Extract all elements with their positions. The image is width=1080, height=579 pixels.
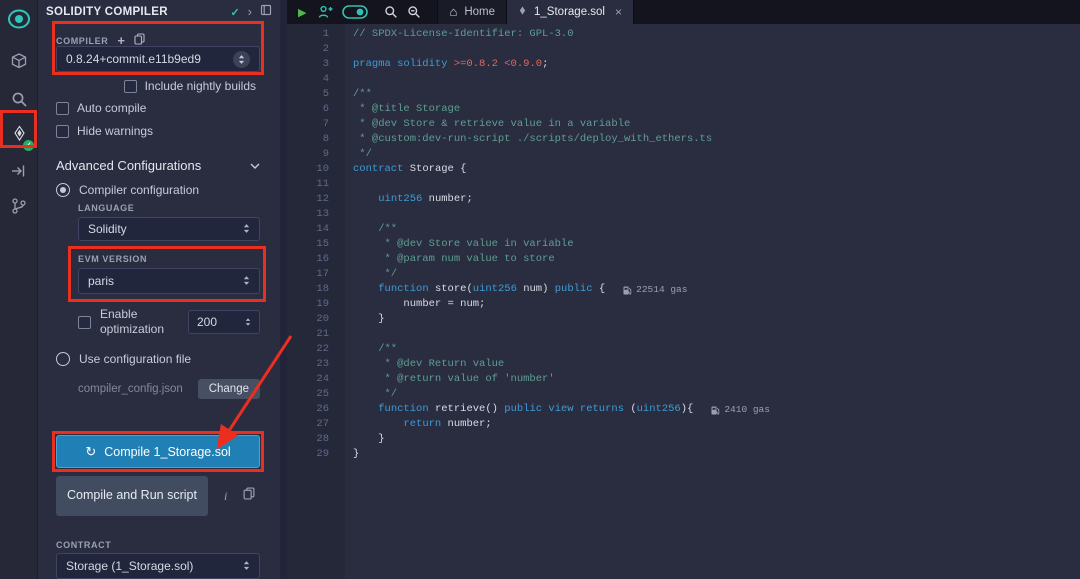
deploy-run-icon[interactable] bbox=[0, 156, 38, 186]
contract-select[interactable]: Storage (1_Storage.sol) bbox=[56, 553, 260, 579]
git-icon[interactable] bbox=[0, 191, 38, 221]
compiler-label: COMPILER bbox=[56, 36, 108, 46]
gas-annotation: 2410 gas bbox=[711, 402, 770, 417]
code-editor[interactable]: 1234567891011121314151617181920212223242… bbox=[287, 24, 1080, 579]
include-nightly-checkbox[interactable] bbox=[124, 80, 137, 93]
zoom-in-icon[interactable] bbox=[407, 5, 421, 19]
select-caret-icon bbox=[233, 51, 250, 68]
config-filename: compiler_config.json bbox=[78, 383, 183, 395]
copy-icon[interactable] bbox=[243, 487, 255, 505]
editor-area: ▶ ⌂ Home 1_Storage.sol × bbox=[287, 0, 1080, 579]
compile-button-label: Compile 1_Storage.sol bbox=[104, 445, 230, 459]
contract-value: Storage (1_Storage.sol) bbox=[66, 559, 193, 573]
solidity-compiler-panel: SOLIDITY COMPILER ✓ › COMPILER + 0.8.24+… bbox=[38, 0, 280, 579]
refresh-icon: ↻ bbox=[85, 446, 96, 458]
select-caret-icon bbox=[243, 559, 250, 573]
close-icon[interactable]: × bbox=[615, 5, 622, 19]
search-icon[interactable] bbox=[0, 84, 38, 114]
compiler-configuration-label: Compiler configuration bbox=[79, 183, 199, 197]
language-value: Solidity bbox=[88, 222, 127, 236]
hide-warnings-label: Hide warnings bbox=[77, 124, 153, 138]
change-config-button[interactable]: Change bbox=[198, 379, 260, 399]
evm-version-value: paris bbox=[88, 274, 114, 288]
auto-compile-checkbox[interactable] bbox=[56, 102, 69, 115]
hide-warnings-checkbox[interactable] bbox=[56, 125, 69, 138]
select-caret-icon bbox=[243, 222, 250, 236]
stepper-caret-icon bbox=[245, 315, 251, 329]
panel-body: COMPILER + 0.8.24+commit.e11b9ed9 Includ… bbox=[38, 24, 280, 579]
use-configuration-file-radio[interactable] bbox=[56, 352, 70, 366]
panel-title: SOLIDITY COMPILER bbox=[46, 6, 168, 18]
select-caret-icon bbox=[243, 274, 250, 288]
remix-logo-icon[interactable] bbox=[0, 4, 38, 34]
remix-ide: ✓ SOLIDITY COMPILER ✓ › COMPILER + bbox=[0, 0, 1080, 579]
enable-optimization-checkbox[interactable] bbox=[78, 316, 91, 329]
editor-tabbar: ▶ ⌂ Home 1_Storage.sol × bbox=[287, 0, 1080, 24]
code-area: // SPDX-License-Identifier: GPL-3.0pragm… bbox=[345, 24, 1080, 579]
ai-assistant-icon[interactable] bbox=[318, 5, 334, 19]
include-nightly-label: Include nightly builds bbox=[145, 79, 256, 93]
compile-button[interactable]: ↻ Compile 1_Storage.sol bbox=[56, 435, 260, 468]
home-icon: ⌂ bbox=[449, 6, 457, 18]
tab-home-label: Home bbox=[464, 6, 495, 18]
line-numbers: 1234567891011121314151617181920212223242… bbox=[287, 24, 345, 579]
pin-panel-icon[interactable] bbox=[260, 3, 272, 21]
info-icon[interactable]: i bbox=[224, 489, 227, 504]
toggle-switch-icon[interactable] bbox=[342, 5, 368, 19]
enable-optimization-label: Enable optimization bbox=[100, 307, 164, 337]
compiler-version-select[interactable]: 0.8.24+commit.e11b9ed9 bbox=[56, 46, 260, 72]
tab-storage-label: 1_Storage.sol bbox=[534, 6, 605, 18]
add-custom-compiler-icon[interactable]: + bbox=[117, 36, 125, 46]
evm-version-label: EVM VERSION bbox=[78, 254, 147, 264]
optimization-runs-input[interactable]: 200 bbox=[188, 310, 260, 334]
contract-label: CONTRACT bbox=[56, 540, 111, 550]
panel-header: SOLIDITY COMPILER ✓ › bbox=[38, 0, 280, 24]
file-explorer-icon[interactable] bbox=[0, 46, 38, 76]
compiled-badge-icon: ✓ bbox=[23, 140, 34, 151]
icon-panel: ✓ bbox=[0, 0, 38, 579]
chevron-down-icon bbox=[250, 156, 260, 174]
compiler-configuration-radio[interactable] bbox=[56, 183, 70, 197]
solidity-file-icon bbox=[518, 5, 527, 20]
use-configuration-file-label: Use configuration file bbox=[79, 352, 191, 366]
solidity-compiler-icon[interactable]: ✓ bbox=[0, 119, 38, 149]
tab-home[interactable]: ⌂ Home bbox=[437, 0, 507, 24]
optimization-runs-value: 200 bbox=[197, 315, 217, 329]
compile-success-check-icon: ✓ bbox=[230, 6, 239, 19]
panel-scrollbar[interactable] bbox=[280, 0, 287, 579]
run-script-icon[interactable]: ▶ bbox=[298, 6, 306, 19]
advanced-configurations-toggle[interactable]: Advanced Configurations bbox=[56, 156, 260, 174]
compile-and-run-button[interactable]: Compile and Run script bbox=[56, 476, 208, 516]
gas-annotation: 22514 gas bbox=[623, 282, 687, 297]
auto-compile-label: Auto compile bbox=[77, 101, 146, 115]
chevron-right-icon[interactable]: › bbox=[248, 7, 252, 17]
language-label: LANGUAGE bbox=[78, 203, 134, 213]
zoom-out-icon[interactable] bbox=[384, 5, 398, 19]
evm-version-select[interactable]: paris bbox=[78, 268, 260, 294]
tab-1-storage-sol[interactable]: 1_Storage.sol × bbox=[507, 0, 634, 24]
compiler-version-value: 0.8.24+commit.e11b9ed9 bbox=[66, 52, 201, 66]
advanced-configurations-title: Advanced Configurations bbox=[56, 158, 201, 173]
language-select[interactable]: Solidity bbox=[78, 217, 260, 241]
